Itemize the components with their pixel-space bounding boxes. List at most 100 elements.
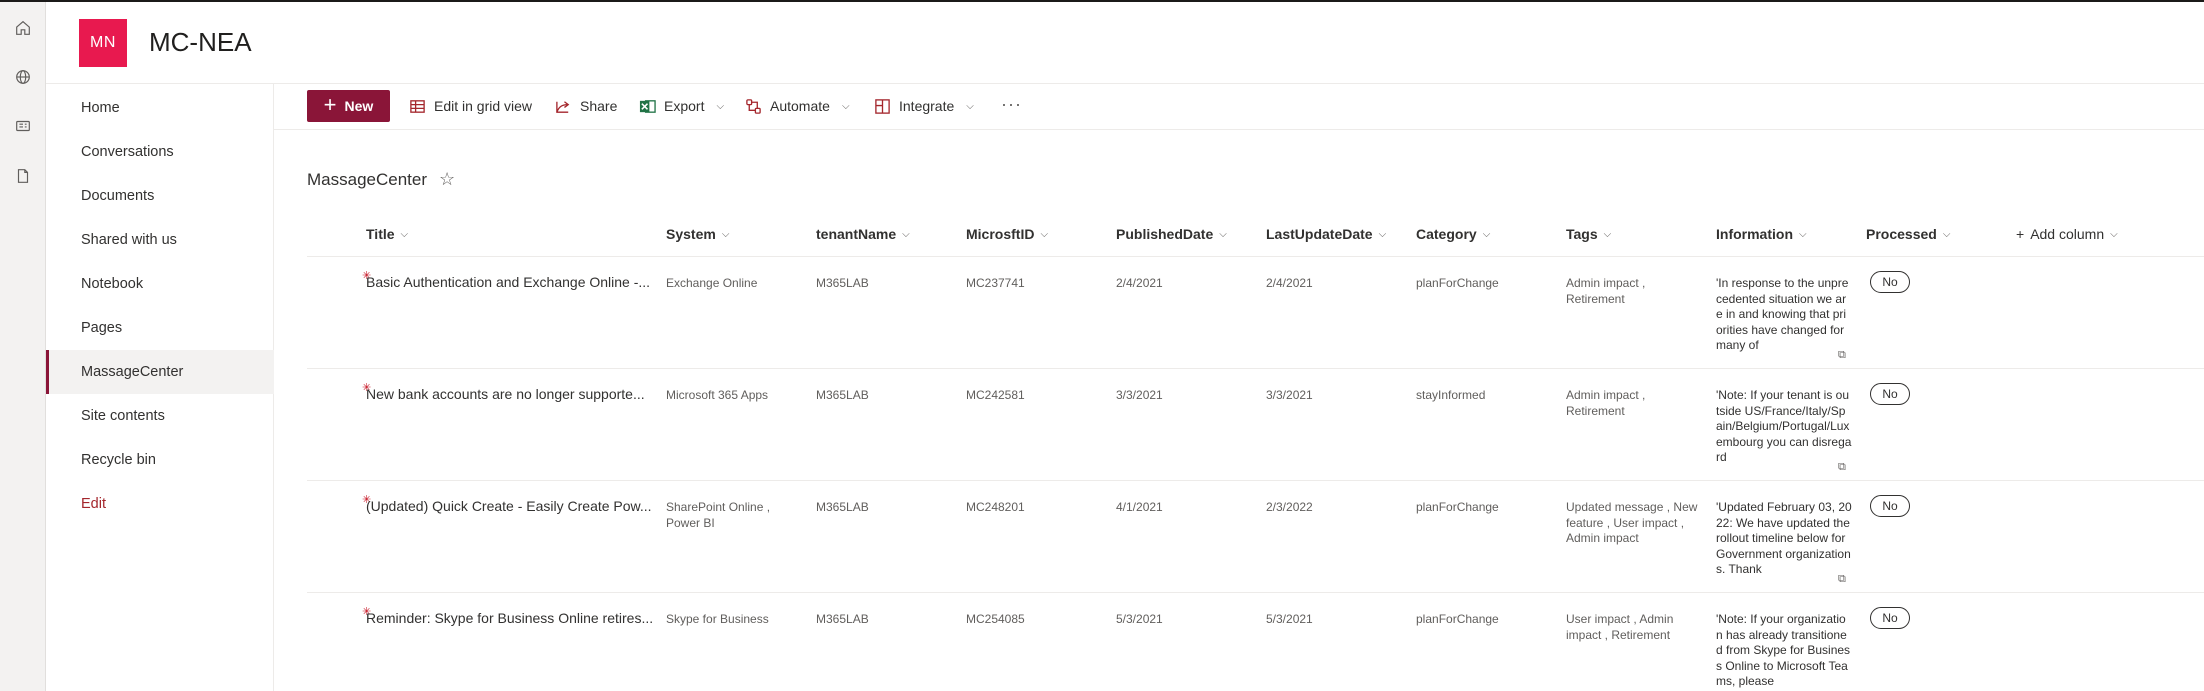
nav-item-recycle-bin[interactable]: Recycle bin: [46, 438, 274, 482]
processed-pill[interactable]: No: [1870, 495, 1910, 517]
cell-tags: Updated message , New feature , User imp…: [1566, 500, 1698, 545]
expand-icon[interactable]: ⧉: [1838, 461, 1846, 474]
cell-category: planForChange: [1416, 500, 1499, 514]
cell-published: 4/1/2021: [1116, 500, 1163, 514]
site-title[interactable]: MC-NEA: [149, 27, 252, 58]
cell-information: 'Note: If your tenant is outside US/Fran…: [1716, 388, 1852, 464]
home-icon[interactable]: [13, 18, 33, 38]
nav-item-pages[interactable]: Pages: [46, 306, 274, 350]
expand-icon[interactable]: ⧉: [1838, 349, 1846, 362]
cell-published: 3/3/2021: [1116, 388, 1163, 402]
chevron-down-icon: ⌵: [1378, 228, 1387, 240]
chevron-down-icon: ⌵: [1219, 228, 1227, 240]
cell-system: SharePoint Online , Power BI: [666, 500, 771, 530]
table-row[interactable]: ✳ New bank accounts are no longer suppor…: [307, 369, 2204, 481]
cell-published: 5/3/2021: [1116, 612, 1163, 626]
nav-item-shared-with-us[interactable]: Shared with us: [46, 218, 274, 262]
cell-updated: 3/3/2021: [1266, 388, 1313, 402]
nav-item-massagecenter[interactable]: MassageCenter: [46, 350, 274, 394]
expand-icon[interactable]: ⧉: [1838, 573, 1846, 586]
integrate-button[interactable]: Integrate ⌵: [874, 90, 974, 122]
cell-information: 'In response to the unprecedented situat…: [1716, 276, 1849, 352]
plus-icon: +: [323, 92, 337, 117]
column-header-system[interactable]: System ⌵: [666, 224, 729, 244]
cell-tenant: M365LAB: [816, 276, 869, 290]
cell-title[interactable]: Reminder: Skype for Business Online reti…: [366, 611, 656, 627]
chevron-down-icon: ⌵: [1482, 228, 1491, 240]
cell-updated: 5/3/2021: [1266, 612, 1313, 626]
cell-tenant: M365LAB: [816, 388, 869, 402]
cell-title[interactable]: New bank accounts are no longer supporte…: [366, 387, 656, 403]
cell-tenant: M365LAB: [816, 612, 869, 626]
more-options-button[interactable]: ···: [1001, 94, 1022, 115]
document-icon[interactable]: [13, 166, 33, 186]
nav-item-site-contents[interactable]: Site contents: [46, 394, 274, 438]
cell-published: 2/4/2021: [1116, 276, 1163, 290]
chevron-down-icon: ⌵: [1040, 228, 1049, 240]
column-header-information[interactable]: Information ⌵: [1716, 224, 1807, 244]
cell-id: MC248201: [966, 500, 1025, 514]
chevron-down-icon: ⌵: [966, 100, 974, 112]
integrate-icon: [875, 98, 890, 114]
cell-updated: 2/4/2021: [1266, 276, 1313, 290]
share-button[interactable]: Share: [555, 90, 617, 122]
automate-icon: [746, 98, 761, 114]
table-row[interactable]: ✳ (Updated) Quick Create - Easily Create…: [307, 481, 2204, 593]
nav-edit-link[interactable]: Edit: [46, 482, 274, 526]
cell-tags: Admin impact , Retirement: [1566, 388, 1646, 418]
cell-id: MC237741: [966, 276, 1025, 290]
cell-id: MC242581: [966, 388, 1025, 402]
column-header-title[interactable]: Title ⌵: [366, 224, 408, 244]
export-button[interactable]: Export ⌵: [639, 90, 724, 122]
column-header-publisheddate[interactable]: PublishedDate ⌵: [1116, 224, 1227, 244]
cell-category: stayInformed: [1416, 388, 1486, 402]
chevron-down-icon: ⌵: [400, 228, 409, 240]
command-bar: + New Edit in grid view Share Export ⌵ A…: [274, 84, 2204, 130]
favorite-star-icon[interactable]: ☆: [439, 169, 455, 190]
table-row[interactable]: ✳ Reminder: Skype for Business Online re…: [307, 593, 2204, 691]
cell-category: planForChange: [1416, 612, 1499, 626]
app-bar: [0, 2, 46, 691]
cell-tags: Admin impact , Retirement: [1566, 276, 1646, 306]
globe-icon[interactable]: [13, 67, 33, 87]
chevron-down-icon: ⌵: [1603, 228, 1612, 240]
add-column-button[interactable]: + Add column ⌵: [2016, 224, 2118, 244]
column-header-tags[interactable]: Tags ⌵: [1566, 224, 1611, 244]
chevron-down-icon: ⌵: [2110, 228, 2118, 240]
chevron-down-icon: ⌵: [1799, 228, 1807, 240]
news-icon[interactable]: [13, 116, 33, 136]
list-title-area: MassageCenter ☆: [307, 169, 455, 190]
new-button-label: New: [344, 98, 374, 114]
new-button[interactable]: + New: [307, 90, 390, 122]
column-header-microsftid[interactable]: MicrosftID ⌵: [966, 224, 1048, 244]
cell-category: planForChange: [1416, 276, 1499, 290]
grid-icon: [410, 99, 425, 113]
chevron-down-icon: ⌵: [721, 228, 730, 240]
cell-information: 'Updated February 03, 2022: We have upda…: [1716, 500, 1852, 576]
cell-id: MC254085: [966, 612, 1025, 626]
chevron-down-icon: ⌵: [1942, 228, 1951, 240]
chevron-down-icon: ⌵: [841, 100, 850, 112]
plus-icon: +: [2016, 226, 2025, 242]
site-logo[interactable]: MN: [79, 19, 127, 67]
processed-pill[interactable]: No: [1870, 607, 1910, 629]
left-navigation: Home Conversations Documents Shared with…: [46, 84, 274, 691]
table-row[interactable]: ✳ Basic Authentication and Exchange Onli…: [307, 257, 2204, 369]
nav-item-notebook[interactable]: Notebook: [46, 262, 274, 306]
column-header-processed[interactable]: Processed ⌵: [1866, 224, 1950, 244]
processed-pill[interactable]: No: [1870, 271, 1910, 293]
column-header-category[interactable]: Category ⌵: [1416, 224, 1490, 244]
automate-button[interactable]: Automate ⌵: [745, 90, 850, 122]
nav-item-documents[interactable]: Documents: [46, 174, 274, 218]
edit-in-grid-view-button[interactable]: Edit in grid view: [409, 90, 532, 122]
cell-title[interactable]: (Updated) Quick Create - Easily Create P…: [366, 499, 656, 515]
cell-updated: 2/3/2022: [1266, 500, 1313, 514]
column-header-lastupdatedate[interactable]: LastUpdateDate ⌵: [1266, 224, 1386, 244]
cell-title[interactable]: Basic Authentication and Exchange Online…: [366, 275, 656, 291]
nav-item-conversations[interactable]: Conversations: [46, 130, 274, 174]
nav-item-home[interactable]: Home: [46, 86, 274, 130]
column-header-tenantname[interactable]: tenantName ⌵: [816, 224, 910, 244]
list-title: MassageCenter: [307, 169, 428, 189]
cell-system: Microsoft 365 Apps: [666, 388, 769, 402]
processed-pill[interactable]: No: [1870, 383, 1910, 405]
